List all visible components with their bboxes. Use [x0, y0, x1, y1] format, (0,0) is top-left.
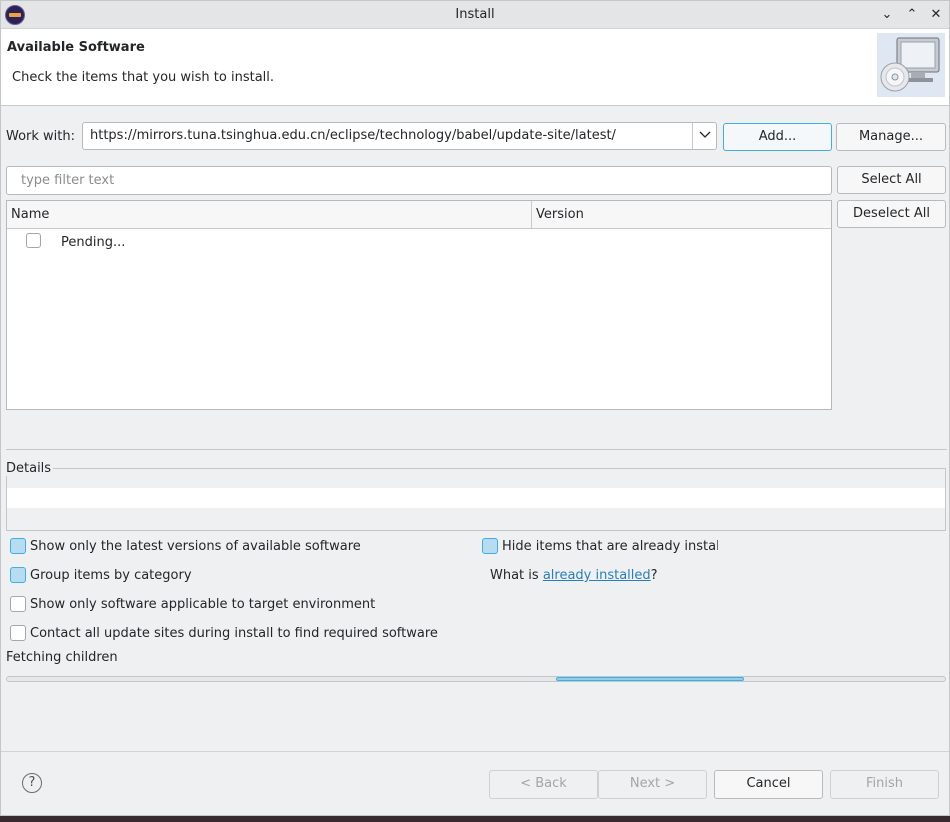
next-button[interactable]: Next > — [598, 770, 707, 799]
column-header-version[interactable]: Version — [532, 201, 831, 229]
details-group — [6, 468, 946, 531]
page-title: Available Software — [7, 40, 145, 55]
progress-bar — [6, 676, 946, 682]
select-all-button[interactable]: Select All — [837, 166, 946, 194]
latest-versions-label[interactable]: Show only the latest versions of availab… — [30, 539, 361, 554]
details-label: Details — [6, 461, 54, 476]
add-site-button[interactable]: Add... — [723, 123, 832, 151]
install-dialog: Install ⌄ ⌃ ✕ Available Software Check t… — [0, 0, 950, 816]
filter-placeholder: type filter text — [21, 173, 115, 188]
table-row[interactable]: Pending... — [61, 235, 125, 250]
applicable-only-label[interactable]: Show only software applicable to target … — [30, 597, 375, 612]
cancel-button[interactable]: Cancel — [714, 770, 823, 799]
help-icon[interactable]: ? — [22, 773, 42, 793]
title-bar: Install ⌄ ⌃ ✕ — [1, 1, 949, 29]
hide-installed-checkbox[interactable] — [482, 538, 498, 554]
latest-versions-checkbox[interactable] — [10, 538, 26, 554]
install-monitor-cd-icon — [877, 33, 945, 97]
column-header-name[interactable]: Name — [7, 201, 532, 229]
filter-input[interactable]: type filter text — [6, 166, 832, 195]
deselect-all-button[interactable]: Deselect All — [837, 200, 946, 228]
details-text-area — [7, 488, 945, 508]
window-title: Install — [455, 7, 495, 22]
chevron-down-icon[interactable] — [695, 126, 715, 146]
what-is-prefix: What is — [490, 568, 543, 583]
group-by-category-label[interactable]: Group items by category — [30, 568, 192, 583]
what-is-suffix: ? — [650, 568, 658, 583]
minimize-icon[interactable]: ⌄ — [877, 5, 897, 25]
progress-bar-fill — [556, 677, 744, 681]
row-checkbox[interactable] — [26, 233, 41, 248]
combo-divider — [692, 123, 693, 149]
contact-all-sites-label[interactable]: Contact all update sites during install … — [30, 626, 438, 641]
back-button[interactable]: < Back — [489, 770, 598, 799]
maximize-icon[interactable]: ⌃ — [902, 5, 922, 25]
manage-sites-button[interactable]: Manage... — [836, 123, 946, 151]
close-icon[interactable]: ✕ — [926, 5, 946, 25]
applicable-only-checkbox[interactable] — [10, 596, 26, 612]
status-text: Fetching children — [6, 650, 118, 665]
footer-divider — [1, 751, 949, 752]
finish-button[interactable]: Finish — [830, 770, 939, 799]
work-with-combo[interactable]: https://mirrors.tuna.tsinghua.edu.cn/ecl… — [82, 122, 717, 150]
already-installed-link[interactable]: already installed — [543, 568, 651, 583]
group-by-category-checkbox[interactable] — [10, 567, 26, 583]
work-with-label: Work with: — [6, 129, 76, 144]
page-description: Check the items that you wish to install… — [12, 70, 275, 85]
work-with-value[interactable]: https://mirrors.tuna.tsinghua.edu.cn/ecl… — [90, 128, 616, 143]
section-divider — [6, 449, 947, 450]
dialog-header: Available Software Check the items that … — [1, 29, 949, 106]
what-is-installed-text: What is already installed? — [490, 568, 658, 583]
software-table: Name Version Pending... — [6, 200, 832, 410]
hide-installed-label[interactable]: Hide items that are already installed — [502, 539, 718, 554]
contact-all-sites-checkbox[interactable] — [10, 625, 26, 641]
